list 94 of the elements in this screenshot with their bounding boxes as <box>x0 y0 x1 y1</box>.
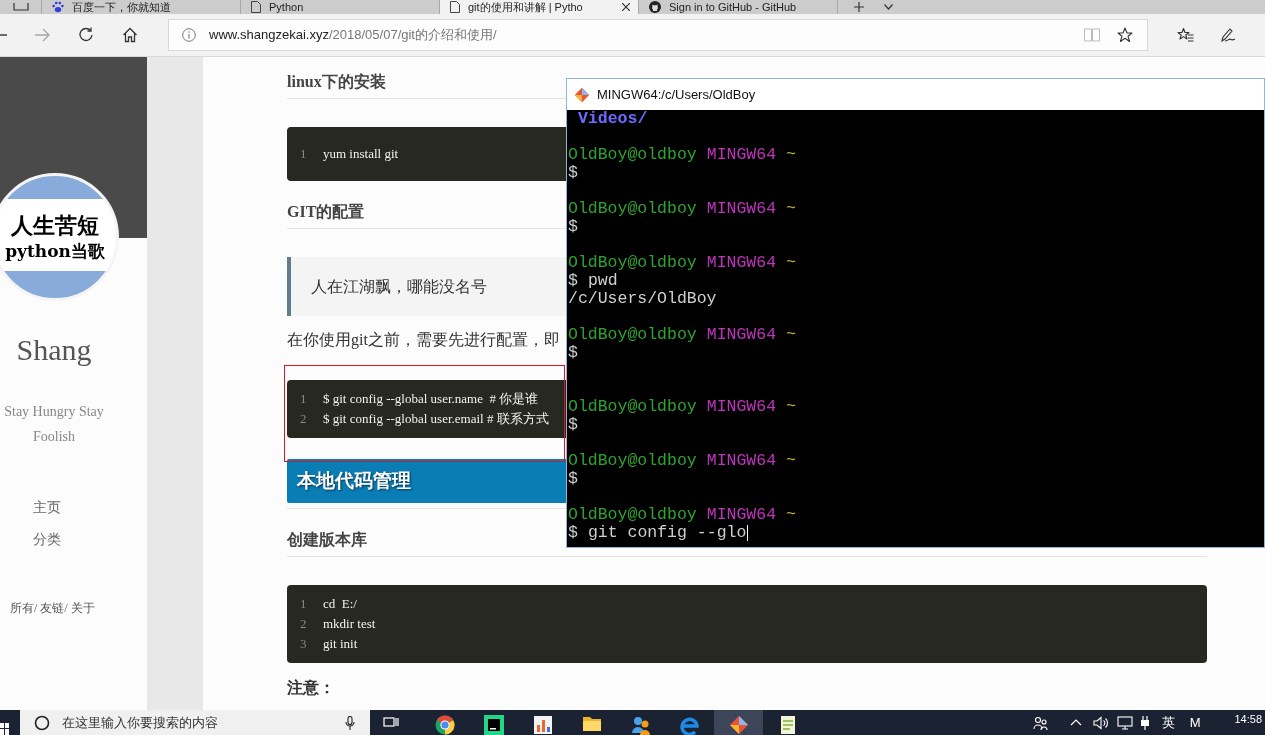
page-icon <box>251 1 261 13</box>
code-line: $ git config --global user.email # 联系方式 <box>323 410 549 428</box>
refresh-icon[interactable] <box>78 27 94 43</box>
line-number: 2 <box>300 410 308 428</box>
section-heading: linux下的安装 <box>287 72 386 92</box>
code-line: $ git config --global user.name # 你是谁 <box>323 390 539 408</box>
chevron-down-icon[interactable] <box>884 4 893 10</box>
prompt-sign: $ <box>568 344 578 362</box>
home-icon[interactable] <box>122 27 138 43</box>
site-title: Shang <box>16 332 92 368</box>
code-line: git init <box>323 635 358 653</box>
command-text: pwd <box>587 272 618 290</box>
search-field[interactable]: 在这里输入你要搜索的内容 <box>20 710 370 735</box>
clock-time[interactable]: 14:58 <box>1234 713 1262 726</box>
prompt-system: MINGW64 <box>706 200 777 218</box>
avatar-text: python当歌 <box>5 240 105 263</box>
nav-link[interactable]: 分类 <box>33 524 61 556</box>
swirl-logo-icon[interactable] <box>679 715 700 735</box>
section-heading: 创建版本库 <box>287 530 367 550</box>
line-number: 3 <box>300 635 308 653</box>
plus-icon[interactable] <box>854 2 864 12</box>
prompt-user: OldBoy@oldboy <box>568 398 697 416</box>
task-view-icon[interactable] <box>383 715 399 730</box>
prompt-user: OldBoy@oldboy <box>568 506 697 524</box>
line-number: 1 <box>300 595 308 613</box>
paw-icon <box>52 1 64 13</box>
window-grid-icon[interactable] <box>0 721 9 735</box>
code-line: cd E:/ <box>323 595 357 613</box>
prompt-sign: $ <box>568 524 578 542</box>
prompt-system: MINGW64 <box>706 326 777 344</box>
square-app-icon[interactable] <box>483 715 504 735</box>
prompt-system: MINGW64 <box>706 146 777 164</box>
prompt-sign: $ <box>568 164 578 182</box>
site-motto: Stay Hungry Stay Foolish <box>3 403 105 446</box>
prompt-system: MINGW64 <box>706 254 777 272</box>
input-method-indicator[interactable]: 英 <box>1161 712 1175 733</box>
nav-link[interactable]: 主页 <box>33 492 61 524</box>
quote-text: 人在江湖飘，哪能没名号 <box>311 276 487 297</box>
chevron-up-icon[interactable] <box>1069 719 1082 726</box>
prompt-sign: $ <box>568 416 578 434</box>
prompt-sign: $ <box>568 218 578 236</box>
footer-link[interactable]: 所有/ <box>10 600 38 616</box>
pen-icon[interactable] <box>1220 27 1236 43</box>
prompt-sign: $ <box>568 272 578 290</box>
footer-link[interactable]: 友链/ <box>40 600 68 616</box>
tricolor-ring-icon[interactable] <box>434 715 455 735</box>
monitor-icon[interactable] <box>1116 715 1133 730</box>
star-icon[interactable] <box>1117 27 1133 43</box>
people-icon[interactable] <box>1032 715 1049 730</box>
prompt-user: OldBoy@oldboy <box>568 254 697 272</box>
address-field[interactable]: www.shangzekai.xyz/2018/05/07/git的介绍和使用/ <box>168 19 1148 51</box>
section-heading: GIT的配置 <box>287 202 365 222</box>
footer-link[interactable]: 关于 <box>70 600 95 616</box>
diamond-icon[interactable] <box>728 715 749 735</box>
browser-tab[interactable]: git的使用和讲解 | Pytho <box>440 0 639 14</box>
chart-app-icon[interactable] <box>532 715 553 735</box>
paragraph: 在你使用git之前，需要先进行配置，即 <box>287 330 560 351</box>
people-app-icon[interactable] <box>630 715 651 735</box>
command-text: git config --glo <box>587 524 747 542</box>
prompt-path: ~ <box>786 200 796 218</box>
prompt-system: MINGW64 <box>706 506 777 524</box>
avatar-text: 人生苦短 <box>11 211 99 239</box>
input-method-indicator[interactable]: M <box>1189 712 1201 733</box>
plug-icon[interactable] <box>1138 715 1151 730</box>
info-icon[interactable] <box>182 28 196 42</box>
code-line: yum install git <box>323 145 399 163</box>
prompt-path: ~ <box>786 254 796 272</box>
square-outline-icon[interactable] <box>13 3 29 11</box>
prompt-user: OldBoy@oldboy <box>568 200 697 218</box>
close-icon[interactable] <box>622 3 630 11</box>
search-icon[interactable] <box>34 714 50 731</box>
window-title: MINGW64:/c/Users/OldBoy <box>597 85 756 104</box>
line-number: 2 <box>300 615 308 633</box>
url-text: www.shangzekai.xyz/2018/05/07/git的介绍和使用/ <box>209 26 497 45</box>
diamond-icon <box>574 86 590 103</box>
microphone-icon[interactable] <box>345 715 355 730</box>
prompt-path: ~ <box>786 326 796 344</box>
prompt-user: OldBoy@oldboy <box>568 146 697 164</box>
folder-icon[interactable] <box>581 715 602 733</box>
prompt-user: OldBoy@oldboy <box>568 326 697 344</box>
prompt-system: MINGW64 <box>706 398 777 416</box>
speaker-icon[interactable] <box>1092 715 1109 730</box>
prompt-sign: $ <box>568 470 578 488</box>
line-number: 1 <box>300 145 308 163</box>
directory-name: Videos/ <box>578 110 648 128</box>
prompt-path: ~ <box>786 506 796 524</box>
page-icon <box>450 1 460 13</box>
note-label: 注意： <box>287 678 335 698</box>
terminal-output: /c/Users/OldBoy <box>568 290 717 308</box>
prompt-path: ~ <box>786 398 796 416</box>
code-line: mkdir test <box>323 615 376 633</box>
line-number: 1 <box>300 390 308 408</box>
star-list-icon[interactable] <box>1177 27 1194 43</box>
prompt-path: ~ <box>786 146 796 164</box>
